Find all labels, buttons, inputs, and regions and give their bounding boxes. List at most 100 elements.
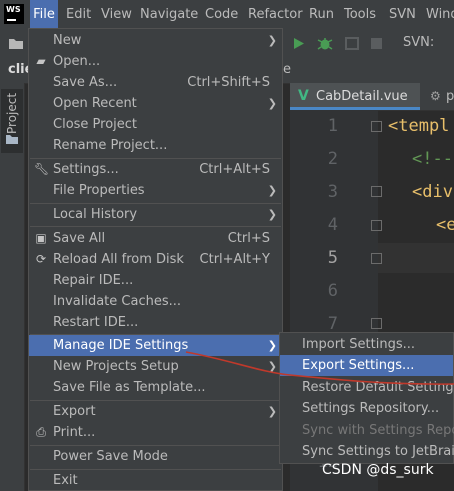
code-line: <e: [436, 215, 454, 235]
menu-item-export-settings[interactable]: Export Settings...: [280, 355, 453, 376]
menu-item-restore-default-settings[interactable]: Restore Default Settings...: [280, 377, 454, 398]
coverage-icon[interactable]: [344, 36, 360, 51]
menu-code[interactable]: Code: [205, 0, 238, 29]
menu-refactor[interactable]: Refactor: [248, 0, 303, 29]
menu-item-repair-ide[interactable]: Repair IDE...: [29, 270, 282, 291]
menu-item-invalidate-caches[interactable]: Invalidate Caches...: [29, 291, 282, 312]
menu-item-label: Open...: [53, 54, 101, 69]
line-number: 7: [327, 314, 338, 334]
menu-item-settings[interactable]: 🔧︎ Settings... Ctrl+Alt+S: [29, 159, 282, 180]
line-number: 3: [327, 182, 338, 202]
menu-item-power-save-mode[interactable]: Power Save Mode: [29, 446, 282, 467]
menu-item-import-settings[interactable]: Import Settings...: [280, 334, 453, 355]
menu-item-label: Settings...: [53, 162, 119, 177]
menu-item-label: Rename Project...: [53, 138, 168, 153]
menu-item-label: Restore Default Settings...: [302, 380, 454, 395]
menu-item-settings-repository[interactable]: Settings Repository...: [280, 398, 453, 419]
menu-bar: WS File Edit View Navigate Code Refactor…: [0, 0, 454, 30]
shortcut-label: Ctrl+S: [227, 231, 270, 246]
tab-second[interactable]: ⚙ p: [424, 83, 454, 110]
menu-item-save-as-template[interactable]: Save File as Template...: [29, 377, 282, 398]
menu-item-restart-ide[interactable]: Restart IDE...: [29, 312, 282, 333]
fold-marker[interactable]: [371, 121, 382, 132]
shortcut-label: Ctrl+Alt+S: [199, 162, 270, 177]
menu-run[interactable]: Run: [309, 0, 334, 29]
code-line: <div: [412, 182, 453, 202]
menu-item-label: Invalidate Caches...: [53, 294, 182, 309]
menu-item-manage-ide-settings[interactable]: Manage IDE Settings ❯: [29, 335, 282, 356]
app-logo-text: WS: [6, 5, 21, 14]
fold-marker[interactable]: [371, 253, 382, 264]
code-line: <templ: [388, 116, 450, 136]
menu-view[interactable]: View: [101, 0, 132, 29]
debug-icon[interactable]: [317, 36, 333, 51]
project-tab-label: Project: [5, 92, 19, 134]
menu-item-label: Local History: [53, 207, 138, 222]
menu-item-label: Print...: [53, 425, 96, 440]
menu-item-label: Power Save Mode: [53, 449, 168, 464]
printer-icon: ⎙: [36, 425, 46, 439]
menu-item-print[interactable]: ⎙ Print...: [29, 422, 282, 443]
submenu-arrow-icon: ❯: [267, 208, 277, 221]
js-file-icon: ⚙: [430, 89, 441, 103]
line-number: 2: [327, 149, 338, 169]
menu-item-rename-project[interactable]: Rename Project...: [29, 135, 282, 156]
menu-item-label: Open Recent: [53, 96, 137, 111]
menu-item-label: Save All: [53, 231, 106, 246]
path-breadcrumb[interactable]: e: [283, 62, 291, 77]
save-icon: ▣: [35, 231, 47, 245]
menu-item-label: Exit: [53, 473, 78, 488]
menu-item-label: Sync with Settings Reposit: [302, 423, 454, 438]
menu-item-local-history[interactable]: Local History ❯: [29, 204, 282, 225]
submenu-arrow-icon: ❯: [267, 360, 277, 373]
menu-item-open-recent[interactable]: Open Recent ❯: [29, 93, 282, 114]
submenu-arrow-icon: ❯: [267, 339, 277, 352]
menu-item-label: Close Project: [53, 117, 138, 132]
submenu-arrow-icon: ❯: [267, 97, 277, 110]
code-line: <!--: [412, 149, 453, 169]
file-menu: New ❯ ▰ Open... Save As... Ctrl+Shift+S Ope…: [28, 28, 283, 491]
menu-item-save-all[interactable]: ▣ Save All Ctrl+S: [29, 228, 282, 249]
tab-label: CabDetail.vue: [316, 89, 408, 104]
menu-item-new[interactable]: New ❯: [29, 30, 282, 51]
folder-icon: [6, 135, 18, 144]
fold-marker[interactable]: [371, 220, 382, 231]
tool-window-strip: Project: [0, 83, 25, 491]
menu-tools[interactable]: Tools: [344, 0, 376, 29]
menu-item-label: Settings Repository...: [302, 401, 440, 416]
submenu-arrow-icon: ❯: [267, 184, 277, 197]
menu-item-label: Manage IDE Settings: [53, 338, 189, 353]
menu-item-label: Reload All from Disk: [53, 252, 184, 267]
reload-icon: ⟳: [35, 252, 47, 266]
line-number: 1: [327, 116, 338, 136]
menu-separator: [30, 226, 281, 227]
open-folder-icon[interactable]: [8, 37, 24, 50]
menu-item-sync-settings-jetbrains[interactable]: Sync Settings to JetBrains: [280, 441, 454, 462]
menu-item-export[interactable]: Export ❯: [29, 401, 282, 422]
fold-marker[interactable]: [371, 318, 382, 329]
submenu-arrow-icon: ❯: [267, 34, 277, 47]
menu-navigate[interactable]: Navigate: [140, 0, 198, 29]
menu-edit[interactable]: Edit: [66, 0, 91, 29]
menu-item-close-project[interactable]: Close Project: [29, 114, 282, 135]
menu-item-reload-all[interactable]: ⟳ Reload All from Disk Ctrl+Alt+Y: [29, 249, 282, 270]
fold-marker[interactable]: [371, 186, 382, 197]
menu-item-label: Export: [53, 404, 96, 419]
menu-item-sync-settings-repository: Sync with Settings Reposit: [280, 420, 454, 441]
shortcut-label: Ctrl+Alt+Y: [199, 252, 270, 267]
menu-item-save-as[interactable]: Save As... Ctrl+Shift+S: [29, 72, 282, 93]
menu-item-exit[interactable]: Exit: [29, 470, 282, 491]
app-logo[interactable]: WS: [4, 4, 24, 24]
menu-item-label: File Properties: [53, 183, 145, 198]
menu-item-file-properties[interactable]: File Properties ❯: [29, 180, 282, 201]
menu-window[interactable]: Wind: [426, 0, 454, 29]
menu-item-label: Import Settings...: [302, 337, 415, 352]
stop-icon[interactable]: [370, 37, 383, 50]
menu-file[interactable]: File: [30, 0, 58, 29]
run-icon[interactable]: [293, 37, 305, 50]
menu-item-new-projects-setup[interactable]: New Projects Setup ❯: [29, 356, 282, 377]
menu-item-label: New: [53, 33, 82, 48]
tab-cabdetail[interactable]: V CabDetail.vue: [290, 83, 420, 110]
menu-svn[interactable]: SVN: [389, 0, 416, 29]
menu-item-open[interactable]: ▰ Open...: [29, 51, 282, 72]
